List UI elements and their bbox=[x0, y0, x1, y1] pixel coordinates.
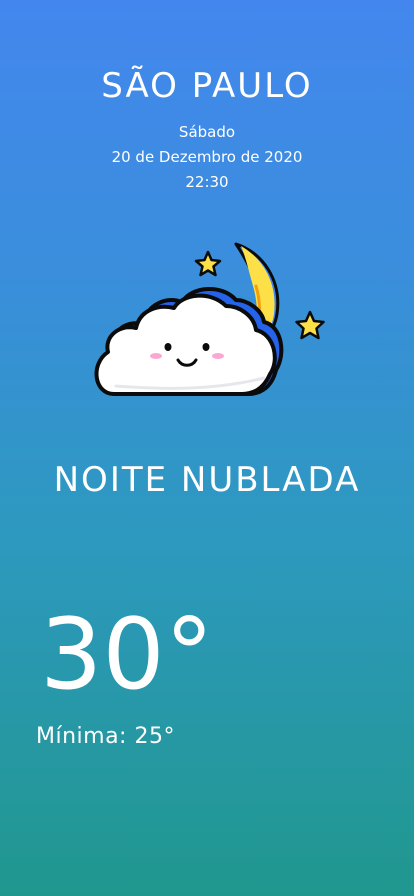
star-icon bbox=[194, 250, 222, 277]
star-icon bbox=[295, 310, 325, 340]
time: 22:30 bbox=[185, 173, 229, 191]
date: 20 de Dezembro de 2020 bbox=[111, 148, 303, 166]
cloudy-night-icon bbox=[86, 236, 336, 406]
weekday: Sábado bbox=[178, 123, 236, 141]
location-header: SÃO PAULO Sábado 20 de Dezembro de 2020 … bbox=[0, 64, 414, 195]
minimum-temperature: Mínima: 25° bbox=[36, 724, 175, 749]
weather-condition: NOITE NUBLADA bbox=[53, 460, 361, 500]
city-name: SÃO PAULO bbox=[101, 66, 313, 106]
current-temperature: 30° bbox=[40, 598, 214, 712]
